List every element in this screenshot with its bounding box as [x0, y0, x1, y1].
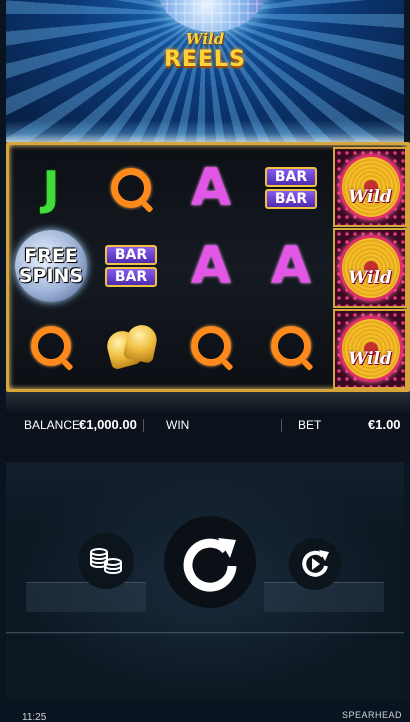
balance-value: €1,000.00: [79, 417, 137, 432]
symbol-a-text: A: [270, 236, 312, 296]
balance-label: BALANCE: [24, 418, 81, 432]
coins-icon: [90, 548, 122, 575]
symbol-j-text: J: [42, 161, 60, 215]
autoplay-icon: [302, 550, 329, 577]
brand-text: SPEARHEAD: [341, 710, 402, 720]
bar-label: BAR: [265, 189, 317, 209]
reel-symbol-bar: BAR BAR: [251, 151, 331, 225]
bar-label: BAR: [265, 167, 317, 187]
wild-symbol: Wild: [333, 309, 407, 389]
symbol-q-icon: [271, 326, 311, 366]
bells-icon: [103, 319, 160, 373]
clock-text: 11:25: [22, 712, 47, 722]
win-label: WIN: [166, 418, 190, 432]
wild-reel-column: Wild Wild Wild: [333, 145, 407, 389]
reel-symbol-free-spins: FREE SPINS: [11, 229, 91, 303]
wild-label: Wild: [348, 349, 392, 369]
logo-reels-text: REELS: [164, 47, 246, 72]
bet-value: €1.00: [368, 417, 401, 432]
reel-symbol-bar: BAR BAR: [91, 229, 171, 303]
wild-symbol: Wild: [333, 228, 407, 308]
free-spins-line1: FREE: [24, 245, 78, 267]
free-spins-line2: SPINS: [18, 265, 84, 287]
background-floor-line: [6, 632, 404, 634]
reel-symbol-j: J: [11, 151, 91, 225]
double-bar-icon: BAR BAR: [265, 167, 317, 209]
logo-wild-text: Wild: [185, 30, 225, 48]
free-spins-icon: FREE SPINS: [15, 230, 87, 302]
reel-symbol-a: A: [171, 229, 251, 303]
bet-coins-button[interactable]: [78, 533, 134, 589]
info-divider: [143, 419, 144, 432]
reel-symbol-q: [91, 151, 171, 225]
info-bar: BALANCE €1,000.00 WIN BET €1.00: [6, 392, 410, 462]
reel-symbol-q: [251, 309, 331, 383]
reel-symbol-a: A: [171, 151, 251, 225]
symbol-q-icon: [191, 326, 231, 366]
bar-label: BAR: [105, 245, 157, 265]
symbol-q-icon: [31, 326, 71, 366]
wild-label: Wild: [348, 268, 392, 288]
reel-symbol-q: [11, 309, 91, 383]
double-bar-icon: BAR BAR: [105, 245, 157, 287]
info-divider: [281, 419, 282, 432]
autoplay-button[interactable]: [289, 538, 341, 590]
bar-label: BAR: [105, 267, 157, 287]
symbol-a-text: A: [190, 158, 232, 218]
reel-window: J A BAR BAR FREE SPINS BAR BAR A A Wild …: [6, 142, 410, 392]
reel-symbol-a: A: [251, 229, 331, 303]
slot-game-screen: Wild REELS J A BAR BAR FREE SPINS BAR BA…: [0, 0, 410, 722]
bell-shape: [122, 322, 160, 364]
reel-symbol-bells: [91, 309, 171, 383]
reel-symbol-q: [171, 309, 251, 383]
symbol-q-icon: [111, 168, 151, 208]
bet-label: BET: [298, 418, 322, 432]
disco-ball-icon: [157, 0, 267, 32]
wild-symbol: Wild: [333, 147, 407, 227]
wild-label: Wild: [348, 187, 392, 207]
background-stand: [26, 582, 146, 612]
game-logo: Wild REELS: [6, 30, 404, 71]
symbol-a-text: A: [190, 236, 232, 296]
spin-arrow-icon: [183, 538, 237, 592]
game-banner: Wild REELS: [6, 0, 404, 142]
spin-button[interactable]: [164, 516, 256, 608]
